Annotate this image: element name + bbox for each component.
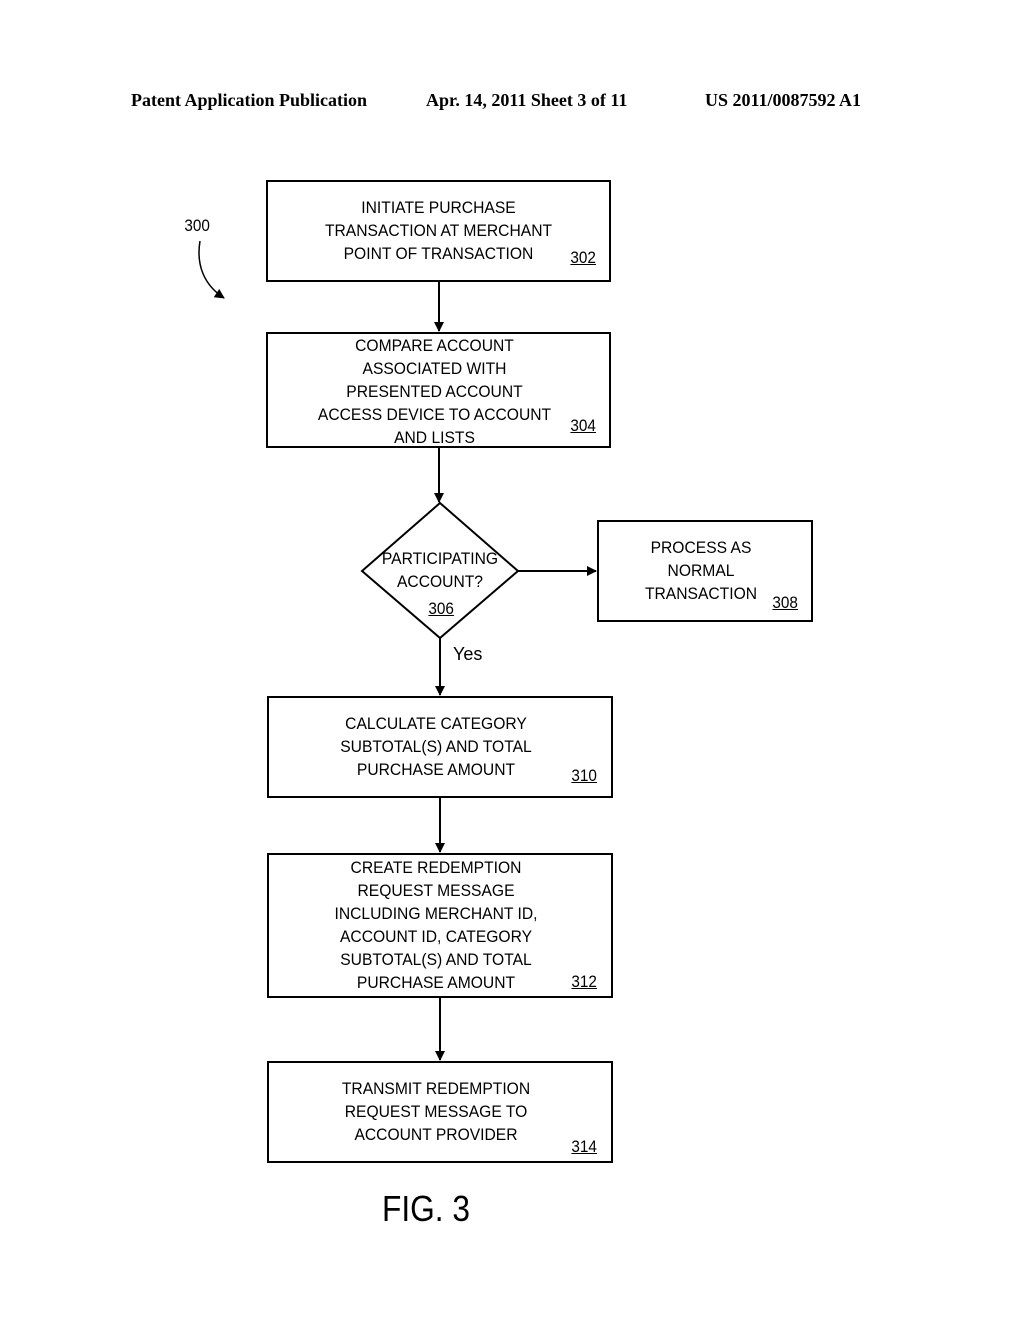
node-text: COMPARE ACCOUNT ASSOCIATED WITH PRESENTE… xyxy=(281,334,587,449)
text-line: TRANSACTION AT MERCHANT xyxy=(324,221,553,240)
node-ref-312: 312 xyxy=(571,972,597,991)
text-line: CREATE REDEMPTION xyxy=(350,858,522,877)
text-line: PURCHASE AMOUNT xyxy=(356,973,516,992)
text-line: SUBTOTAL(S) AND TOTAL xyxy=(340,737,532,756)
node-text: CALCULATE CATEGORY SUBTOTAL(S) AND TOTAL… xyxy=(282,712,589,781)
text-line: INITIATE PURCHASE xyxy=(361,198,516,217)
text-line: PRESENTED ACCOUNT xyxy=(346,382,523,401)
text-line: ACCOUNT ID, CATEGORY xyxy=(339,927,533,946)
text-line: PARTICIPATING xyxy=(381,549,499,568)
text-line: CALCULATE CATEGORY xyxy=(345,714,527,733)
process-box-312: CREATE REDEMPTION REQUEST MESSAGE INCLUD… xyxy=(267,853,613,998)
node-ref-304: 304 xyxy=(570,416,596,435)
text-line: NORMAL xyxy=(667,561,735,580)
text-line: TRANSACTION xyxy=(644,584,758,603)
node-ref-310: 310 xyxy=(571,766,597,785)
decision-text-306: PARTICIPATING ACCOUNT? xyxy=(368,547,512,593)
process-box-304: COMPARE ACCOUNT ASSOCIATED WITH PRESENTE… xyxy=(266,332,611,448)
text-line: ACCOUNT? xyxy=(396,572,484,591)
node-ref-308: 308 xyxy=(772,593,798,612)
figure-ref-label: 300 xyxy=(184,216,210,235)
text-line: SUBTOTAL(S) AND TOTAL xyxy=(340,950,532,969)
node-text: TRANSMIT REDEMPTION REQUEST MESSAGE TO A… xyxy=(282,1077,589,1146)
text-line: PROCESS AS xyxy=(650,538,752,557)
text-line: INCLUDING MERCHANT ID, xyxy=(334,904,538,923)
figure-caption: FIG. 3 xyxy=(382,1188,471,1229)
text-line: REQUEST MESSAGE xyxy=(357,881,515,900)
node-text: INITIATE PURCHASE TRANSACTION AT MERCHAN… xyxy=(282,196,596,265)
text-line: TRANSMIT REDEMPTION xyxy=(341,1079,531,1098)
text-line: ASSOCIATED WITH xyxy=(362,359,507,378)
node-ref-306: 306 xyxy=(428,599,454,618)
figure-ref-arrow xyxy=(198,240,225,299)
process-box-310: CALCULATE CATEGORY SUBTOTAL(S) AND TOTAL… xyxy=(267,696,613,798)
text-line: AND LISTS xyxy=(394,428,475,447)
text-line: POINT OF TRANSACTION xyxy=(343,244,534,263)
text-line: REQUEST MESSAGE TO xyxy=(344,1102,528,1121)
text-line: ACCESS DEVICE TO ACCOUNT xyxy=(317,405,552,424)
node-text: PROCESS AS NORMAL TRANSACTION xyxy=(607,536,795,605)
node-ref-302: 302 xyxy=(570,248,596,267)
node-ref-314: 314 xyxy=(571,1137,597,1156)
process-box-302: INITIATE PURCHASE TRANSACTION AT MERCHAN… xyxy=(266,180,611,282)
text-line: PURCHASE AMOUNT xyxy=(356,760,516,779)
process-box-308: PROCESS AS NORMAL TRANSACTION 308 xyxy=(597,520,813,622)
edge-label-yes: Yes xyxy=(453,644,483,664)
process-box-314: TRANSMIT REDEMPTION REQUEST MESSAGE TO A… xyxy=(267,1061,613,1163)
text-line: COMPARE ACCOUNT xyxy=(355,336,514,355)
node-text: CREATE REDEMPTION REQUEST MESSAGE INCLUD… xyxy=(282,856,589,994)
text-line: ACCOUNT PROVIDER xyxy=(354,1125,518,1144)
